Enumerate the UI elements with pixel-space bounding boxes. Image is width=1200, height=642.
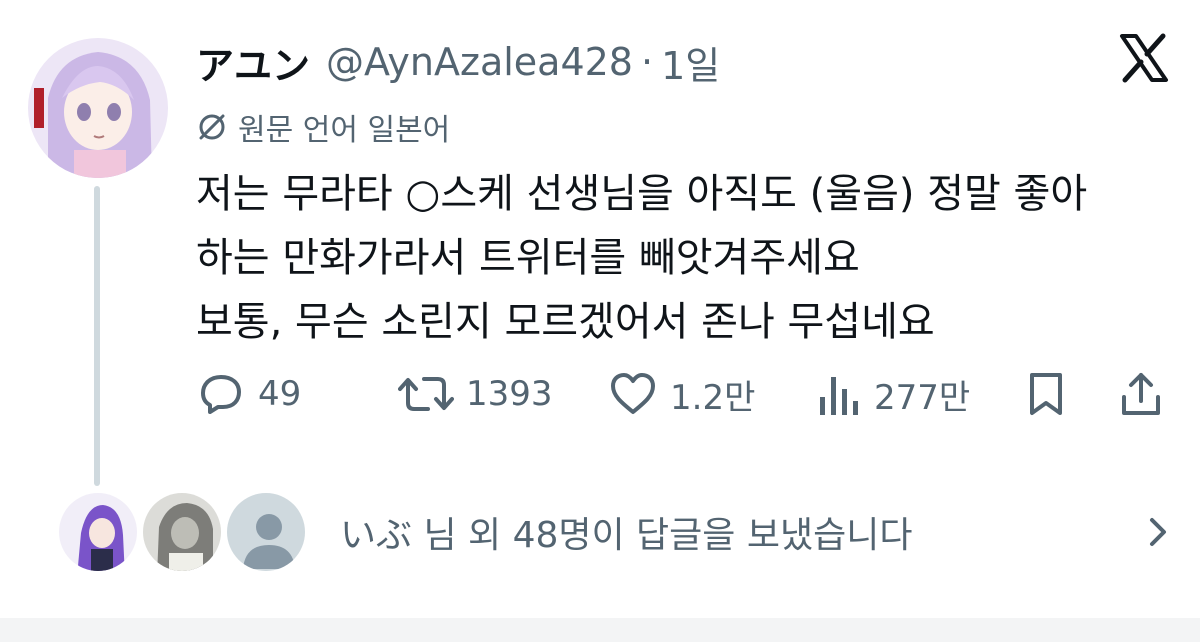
tweet-body-line: 하는 만화가라서 트위터를 빼앗겨주세요 bbox=[196, 235, 860, 281]
replies-summary-text: いぶ 님 외 48명이 답글을 보냈습니다 bbox=[340, 515, 913, 556]
bookmark-icon bbox=[1024, 369, 1068, 419]
bookmark-button[interactable] bbox=[1024, 366, 1080, 422]
views-count: 277만 bbox=[874, 377, 971, 418]
tweet-header: アユン @AynAzalea428 · 1일 bbox=[196, 36, 720, 88]
like-count: 1.2만 bbox=[670, 377, 756, 418]
author-handle[interactable]: @AynAzalea428 bbox=[326, 40, 633, 84]
translate-globe-icon bbox=[196, 111, 228, 143]
bottom-divider bbox=[0, 618, 1200, 642]
x-logo-icon[interactable] bbox=[1118, 32, 1170, 84]
translation-label: 원문 언어 일본어 bbox=[238, 113, 451, 148]
translation-notice[interactable]: 원문 언어 일본어 bbox=[196, 104, 450, 150]
reply-count: 49 bbox=[258, 374, 302, 414]
tweet-card: アユン @AynAzalea428 · 1일 원문 언어 일본어 저는 무라타 … bbox=[0, 0, 1200, 619]
tweet-timestamp[interactable]: 1일 bbox=[661, 35, 720, 90]
retweet-icon bbox=[398, 369, 454, 419]
heart-icon bbox=[608, 369, 658, 419]
like-button[interactable]: 1.2만 bbox=[608, 366, 755, 422]
tweet-actions: 49 1393 1.2만 277만 bbox=[196, 366, 1176, 422]
chevron-right-icon[interactable] bbox=[1140, 514, 1176, 550]
thread-line bbox=[94, 186, 100, 486]
share-icon bbox=[1116, 369, 1166, 419]
reply-button[interactable]: 49 bbox=[196, 366, 301, 422]
replier-avatar bbox=[56, 490, 140, 574]
author-display-name[interactable]: アユン bbox=[196, 35, 310, 90]
retweet-count: 1393 bbox=[466, 374, 553, 414]
header-separator: · bbox=[640, 40, 654, 84]
reply-bubble-icon bbox=[196, 369, 246, 419]
retweet-button[interactable]: 1393 bbox=[398, 366, 553, 422]
views-bars-icon bbox=[816, 369, 862, 419]
tweet-body-line: 저는 무라타 ○스케 선생님을 아직도 (울음) 정말 좋아 bbox=[196, 171, 1088, 217]
replier-avatar bbox=[224, 490, 308, 574]
tweet-body-line: 보통, 무슨 소린지 모르겠어서 존나 무섭네요 bbox=[196, 299, 935, 345]
tweet-body: 저는 무라타 ○스케 선생님을 아직도 (울음) 정말 좋아 하는 만화가라서 … bbox=[196, 162, 1176, 354]
author-avatar[interactable] bbox=[28, 38, 168, 178]
replier-avatar bbox=[140, 490, 224, 574]
share-button[interactable] bbox=[1116, 366, 1178, 422]
replies-summary-row[interactable]: いぶ 님 외 48명이 답글을 보냈습니다 bbox=[56, 484, 1176, 580]
views-button[interactable]: 277만 bbox=[816, 366, 970, 422]
